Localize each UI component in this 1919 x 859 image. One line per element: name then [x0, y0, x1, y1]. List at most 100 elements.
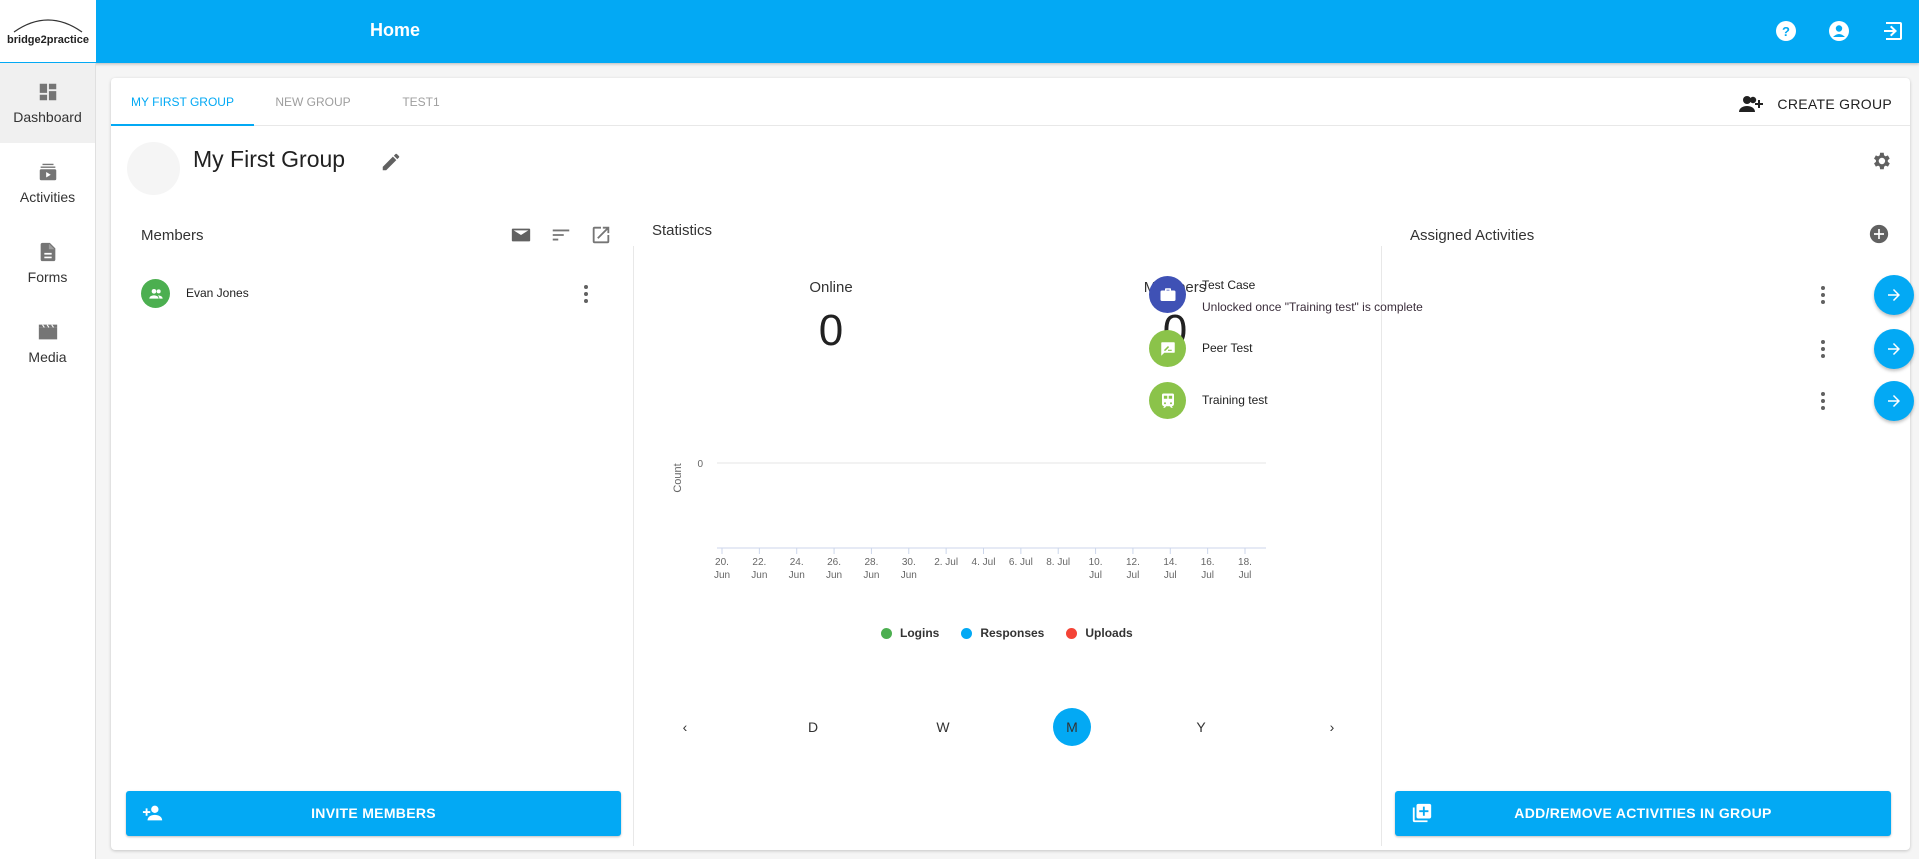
invite-members-button[interactable]: INVITE MEMBERS [126, 791, 621, 836]
activity-list-item[interactable]: Test Case Unlocked once "Training test" … [1149, 275, 1914, 322]
member-name: Evan Jones [186, 286, 249, 300]
sidebar-item-label: Media [28, 349, 67, 365]
more-vert-icon[interactable] [1819, 285, 1827, 305]
statistics-title: Statistics [652, 222, 713, 239]
help-icon[interactable]: ? [1774, 19, 1798, 43]
x-tick-label: 14. Jul [1163, 557, 1177, 581]
legend-dot-responses [961, 627, 973, 639]
account-icon[interactable] [1827, 19, 1851, 43]
settings-gear-icon[interactable] [1870, 150, 1892, 172]
legend-item-responses[interactable]: Responses [961, 626, 1044, 640]
legend-dot-logins [881, 627, 892, 639]
activity-title: Training test [1202, 393, 1268, 407]
x-tick-label: 4. Jul [972, 557, 996, 568]
sidebar-item-dashboard[interactable]: Dashboard [0, 63, 95, 143]
activity-avatar [1149, 276, 1186, 313]
add-remove-activities-label: ADD/REMOVE ACTIVITIES IN GROUP [1514, 805, 1772, 821]
x-tick-label: 6. Jul [1009, 557, 1033, 568]
period-year-button[interactable]: Y [1182, 708, 1220, 746]
y-tick-label: 0 [697, 459, 703, 470]
forms-icon [40, 242, 55, 262]
legend-item-uploads[interactable]: Uploads [1066, 626, 1133, 640]
y-axis-label: Count [672, 463, 684, 492]
legend-label: Uploads [1085, 626, 1133, 640]
tab-new-group[interactable]: NEW GROUP [263, 78, 363, 126]
more-vert-icon[interactable] [1819, 391, 1827, 411]
sidebar-item-label: Dashboard [13, 109, 82, 125]
group-name: My First Group [193, 146, 346, 172]
open-external-icon[interactable] [590, 224, 612, 246]
x-tick-label: 30. Jun [901, 557, 917, 581]
period-week-button[interactable]: W [924, 708, 962, 746]
create-group-label: CREATE GROUP [1777, 96, 1892, 112]
members-title: Members [141, 227, 204, 244]
x-tick-label: 26. Jun [826, 557, 842, 581]
sidebar-item-activities[interactable]: Activities [0, 143, 95, 223]
online-value: 0 [818, 306, 844, 355]
activity-line-chart: Count 0 20. Jun 22. Jun 24. Jun 26. Jun 28. Jun 30. J… [672, 459, 1266, 581]
arrow-forward-icon [1888, 395, 1900, 407]
arrow-forward-icon [1888, 343, 1900, 355]
period-month-button[interactable]: M [1053, 708, 1091, 746]
email-icon[interactable] [510, 224, 532, 246]
x-tick-label: 24. Jun [789, 557, 805, 581]
assigned-activities-title: Assigned Activities [1410, 227, 1535, 244]
x-tick-label: 20. Jun [714, 557, 730, 581]
edit-icon[interactable] [380, 151, 402, 173]
activity-avatar [1149, 330, 1186, 367]
create-group-button[interactable]: CREATE GROUP [1739, 90, 1892, 118]
more-vert-icon[interactable] [1819, 339, 1827, 359]
previous-period-button[interactable]: ‹ [666, 708, 704, 746]
page-title: Home [370, 20, 421, 40]
add-remove-activities-button[interactable]: ADD/REMOVE ACTIVITIES IN GROUP [1395, 791, 1891, 836]
dashboard-icon [39, 83, 56, 101]
open-activity-button[interactable] [1874, 381, 1914, 421]
legend-label: Logins [900, 626, 940, 640]
open-activity-button[interactable] [1874, 275, 1914, 315]
activity-list-item[interactable]: Peer Test [1149, 329, 1914, 376]
x-tick-label: 16. Jul [1201, 557, 1215, 581]
sidebar-item-label: Forms [27, 269, 68, 285]
member-list-item[interactable]: Evan Jones [141, 278, 611, 310]
chart-legend: Logins Responses Uploads [881, 626, 1133, 640]
sidebar-item-forms[interactable]: Forms [0, 223, 95, 303]
top-app-bar: bridge2practice Home ? [0, 0, 1919, 63]
legend-item-logins[interactable]: Logins [881, 626, 939, 640]
next-period-button[interactable]: › [1313, 708, 1351, 746]
x-tick-label: 28. Jun [863, 557, 879, 581]
add-activity-icon[interactable] [1869, 224, 1889, 244]
period-day-button[interactable]: D [794, 708, 832, 746]
open-activity-button[interactable] [1874, 329, 1914, 369]
svg-text:?: ? [1782, 24, 1790, 39]
invite-members-label: INVITE MEMBERS [311, 805, 436, 821]
x-tick-label: 8. Jul [1046, 557, 1070, 568]
sidebar-item-media[interactable]: Media [0, 303, 95, 383]
arrow-forward-icon [1888, 289, 1900, 301]
x-tick-label: 22. Jun [751, 557, 767, 581]
activity-avatar [1149, 382, 1186, 419]
activity-title: Test Case [1202, 278, 1256, 292]
group-tabs: MY FIRST GROUP NEW GROUP TEST1 CREATE GR… [111, 78, 1910, 126]
tab-my-first-group[interactable]: MY FIRST GROUP [111, 78, 254, 126]
sidebar-item-label: Activities [19, 189, 76, 205]
group-avatar[interactable] [127, 142, 180, 195]
tab-test1[interactable]: TEST1 [391, 78, 451, 126]
logo[interactable]: bridge2practice [0, 0, 96, 62]
online-label: Online [809, 279, 853, 296]
briefcase-icon [1160, 287, 1175, 301]
member-avatar [141, 279, 170, 308]
more-vert-icon[interactable] [582, 284, 590, 304]
group-card: MY FIRST GROUP NEW GROUP TEST1 CREATE GR… [111, 78, 1914, 850]
sort-icon[interactable] [550, 224, 572, 246]
add-group-icon [1739, 96, 1764, 112]
logout-icon[interactable] [1881, 19, 1905, 43]
x-tick-label: 2. Jul [934, 557, 958, 568]
media-icon [38, 324, 57, 340]
legend-label: Responses [980, 626, 1045, 640]
activity-title: Peer Test [1202, 341, 1253, 355]
x-tick-label: 12. Jul [1126, 557, 1140, 581]
activity-list-item[interactable]: Training test [1149, 381, 1914, 428]
sidebar: Dashboard Activities Forms Media [0, 63, 96, 859]
train-icon [1161, 393, 1174, 408]
column-divider [633, 246, 634, 846]
